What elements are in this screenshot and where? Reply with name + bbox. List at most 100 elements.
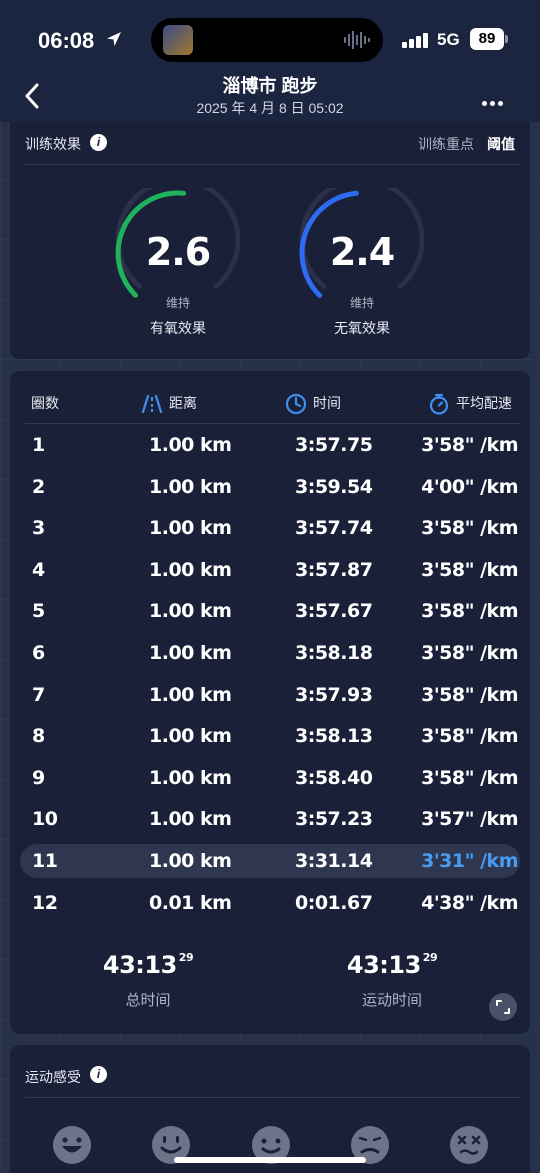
lap-distance: 1.00 km <box>149 476 232 498</box>
lap-row: 2 1.00 km 3:59.54 4'00" /km <box>20 470 520 504</box>
expand-icon[interactable] <box>489 993 517 1021</box>
lap-number: 3 <box>32 517 45 539</box>
lap-distance: 0.01 km <box>149 892 232 914</box>
battery-level: 89 <box>470 28 504 50</box>
lap-row: 8 1.00 km 3:58.13 3'58" /km <box>20 719 520 753</box>
lap-distance: 1.00 km <box>149 559 232 581</box>
total-time-label: 总时间 <box>125 992 171 1009</box>
lap-distance: 1.00 km <box>149 517 232 539</box>
divider <box>25 164 520 165</box>
cellular-signal-icon <box>402 33 428 48</box>
lap-distance: 1.00 km <box>149 600 232 622</box>
lap-distance: 1.00 km <box>149 725 232 747</box>
lap-time: 3:57.74 <box>295 517 373 539</box>
more-options-icon[interactable] <box>482 93 506 111</box>
total-time-value: 43:13 <box>102 951 177 979</box>
header-time: 时间 <box>285 393 341 415</box>
lap-pace: 4'00" /km <box>421 476 518 498</box>
lap-time: 3:57.87 <box>295 559 373 581</box>
lap-number: 5 <box>32 600 45 622</box>
lap-number: 2 <box>32 476 45 498</box>
lap-pace: 3'58" /km <box>421 559 518 581</box>
lap-row: 10 1.00 km 3:57.23 3'57" /km <box>20 802 520 836</box>
exercise-feeling-card: 运动感受 i <box>10 1045 530 1173</box>
lap-time: 3:58.13 <box>295 725 373 747</box>
divider <box>25 1097 520 1098</box>
audio-wave-icon <box>344 31 370 49</box>
total-time-hundredths: 29 <box>178 951 194 964</box>
info-icon[interactable]: i <box>90 134 107 151</box>
clock-icon <box>285 394 307 415</box>
location-arrow-icon <box>107 32 121 46</box>
header-distance: 距离 <box>141 393 197 414</box>
lap-number: 7 <box>32 684 45 706</box>
top-bar: 06:08 5G 89 淄博市 跑步 2025 年 4 月 8 日 05:02 <box>0 0 540 122</box>
lap-number: 6 <box>32 642 45 664</box>
training-focus-value: 阈值 <box>487 136 515 152</box>
header-time-label: 时间 <box>313 395 341 411</box>
header-distance-label: 距离 <box>169 395 197 411</box>
total-time-summary: 43:13 29 总时间 <box>48 951 248 1010</box>
lap-number: 12 <box>32 892 58 914</box>
anaerobic-effect-value: 2.4 <box>329 230 395 274</box>
lap-pace: 3'58" /km <box>421 767 518 789</box>
lap-time: 3:57.67 <box>295 600 373 622</box>
anaerobic-effect-name: 无氧效果 <box>334 320 390 336</box>
lap-pace: 3'58" /km <box>421 434 518 456</box>
header-pace-label: 平均配速 <box>456 395 512 411</box>
lap-number: 8 <box>32 725 45 747</box>
lap-number: 11 <box>32 850 58 872</box>
aerobic-effect-gauge: 2.6 维持 有氧效果 <box>113 177 243 336</box>
lap-time: 3:31.14 <box>295 850 373 872</box>
lap-distance: 1.00 km <box>149 767 232 789</box>
moving-time-summary: 43:13 29 运动时间 <box>292 951 492 1010</box>
lap-distance: 1.00 km <box>149 434 232 456</box>
lap-row: 4 1.00 km 3:57.87 3'58" /km <box>20 553 520 587</box>
lap-row: 3 1.00 km 3:57.74 3'58" /km <box>20 511 520 545</box>
dynamic-island[interactable] <box>151 18 383 62</box>
header-pace: 平均配速 <box>428 393 512 415</box>
lap-row: 1 1.00 km 3:57.75 3'58" /km <box>20 428 520 462</box>
lap-number: 4 <box>32 559 45 581</box>
moving-time-label: 运动时间 <box>361 992 422 1009</box>
activity-datetime: 2025 年 4 月 8 日 05:02 <box>196 100 344 116</box>
exercise-feeling-label: 运动感受 <box>25 1069 81 1085</box>
lap-distance: 1.00 km <box>149 684 232 706</box>
aerobic-effect-name: 有氧效果 <box>150 320 206 336</box>
lap-row: 5 1.00 km 3:57.67 3'58" /km <box>20 594 520 628</box>
lap-pace: 4'38" /km <box>421 892 518 914</box>
lap-pace: 3'57" /km <box>421 808 518 830</box>
info-icon[interactable]: i <box>90 1066 107 1083</box>
very-happy-face-icon[interactable] <box>52 1125 92 1165</box>
exhausted-face-icon[interactable] <box>449 1125 489 1165</box>
now-playing-thumbnail <box>163 25 193 55</box>
road-distance-icon <box>141 395 163 414</box>
lap-row: 12 0.01 km 0:01.67 4'38" /km <box>20 886 520 920</box>
page-title: 淄博市 跑步 <box>222 76 318 96</box>
aerobic-effect-value: 2.6 <box>145 230 211 274</box>
lap-time: 3:58.18 <box>295 642 373 664</box>
lap-time: 3:57.75 <box>295 434 373 456</box>
lap-time: 3:58.40 <box>295 767 373 789</box>
lap-pace: 3'58" /km <box>421 642 518 664</box>
lap-row: 11 1.00 km 3:31.14 3'31" /km <box>20 844 520 878</box>
lap-time: 3:59.54 <box>295 476 373 498</box>
lap-pace: 3'58" /km <box>421 517 518 539</box>
home-indicator[interactable] <box>174 1157 366 1163</box>
lap-row: 9 1.00 km 3:58.40 3'58" /km <box>20 761 520 795</box>
lap-pace: 3'31" /km <box>421 850 518 872</box>
lap-row: 6 1.00 km 3:58.18 3'58" /km <box>20 636 520 670</box>
lap-number: 9 <box>32 767 45 789</box>
lap-time: 3:57.23 <box>295 808 373 830</box>
lap-distance: 1.00 km <box>149 850 232 872</box>
stopwatch-icon <box>429 394 449 415</box>
moving-time-hundredths: 29 <box>422 951 438 964</box>
lap-pace: 3'58" /km <box>421 684 518 706</box>
status-bar: 06:08 5G 89 <box>0 18 540 62</box>
moving-time-value: 43:13 <box>346 951 421 979</box>
lap-pace: 3'58" /km <box>421 725 518 747</box>
network-type: 5G <box>437 30 460 49</box>
lap-row: 7 1.00 km 3:57.93 3'58" /km <box>20 678 520 712</box>
training-effect-card: 训练效果 i 训练重点 阈值 2.6 维持 有氧效果 2.4 维持 无氧效果 <box>10 122 530 359</box>
laps-card: 圈数 距离 时间 平均配速 1 1.00 km 3:57.75 3'58" /km 2 1… <box>10 371 530 1034</box>
